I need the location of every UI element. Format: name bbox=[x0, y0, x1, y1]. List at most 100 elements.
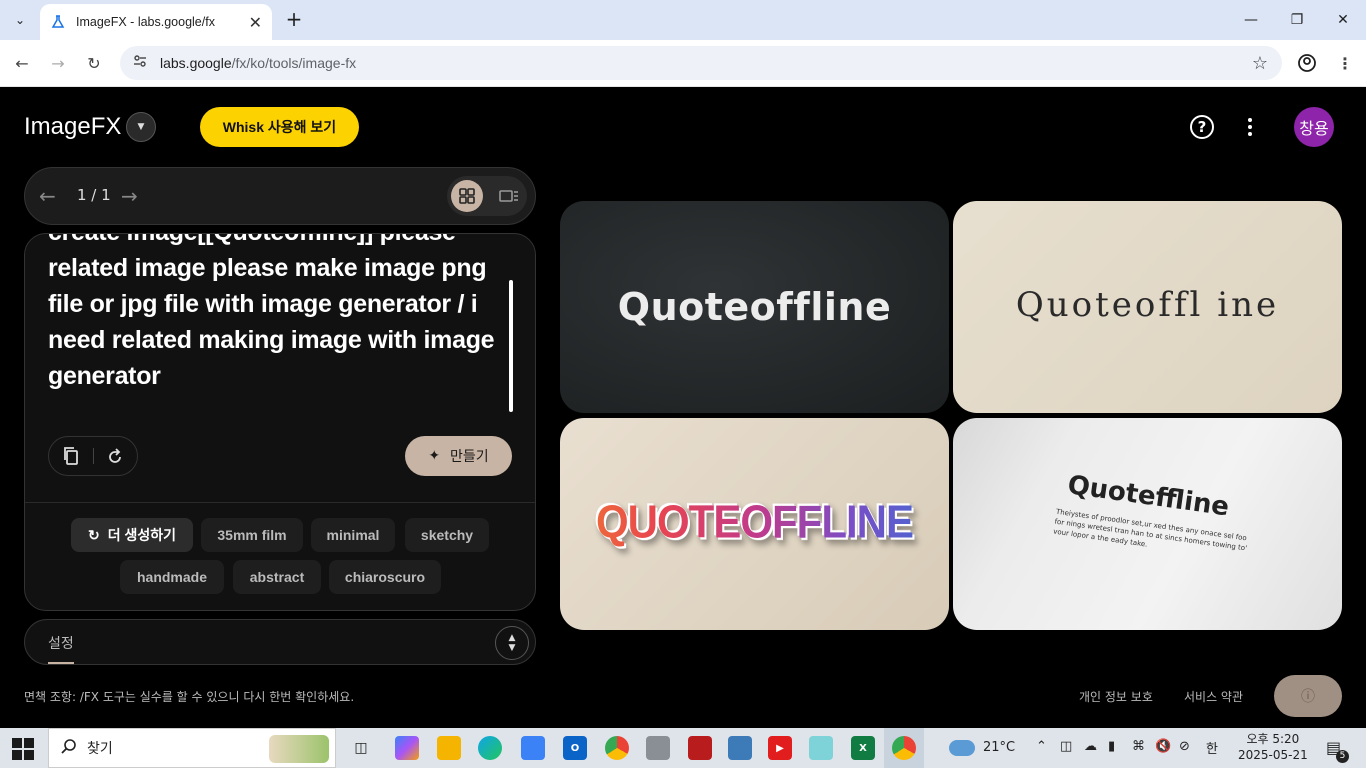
chrome-icon[interactable] bbox=[605, 736, 629, 760]
try-whisk-button[interactable]: Whisk 사용해 보기 bbox=[200, 107, 359, 147]
tray-app-icon[interactable]: ◫ bbox=[1060, 739, 1072, 754]
terms-link[interactable]: 서비스 약관 bbox=[1184, 688, 1243, 705]
youtube-icon[interactable]: ▶ bbox=[768, 736, 792, 760]
feedback-button[interactable]: ⓘ bbox=[1274, 675, 1342, 717]
notification-block-icon[interactable]: ⊘ bbox=[1179, 739, 1190, 754]
create-button[interactable]: ✦ 만들기 bbox=[405, 436, 512, 476]
app-switcher-dropdown-icon[interactable]: ▼ bbox=[126, 112, 156, 142]
image-1-text: Quoteoffline bbox=[617, 285, 892, 329]
settings-panel[interactable]: 설정 ▲ ▼ bbox=[24, 619, 536, 665]
prompt-scrollbar[interactable] bbox=[509, 280, 513, 412]
generate-more-button[interactable]: ↻ 더 생성하기 bbox=[71, 518, 193, 552]
style-chip[interactable]: chiaroscuro bbox=[329, 560, 441, 594]
tab-close-icon[interactable]: ✕ bbox=[249, 13, 262, 32]
search-placeholder: 찾기 bbox=[87, 741, 113, 757]
image-2-text: Quoteoffl ine bbox=[1015, 285, 1280, 325]
grid-view-icon[interactable] bbox=[451, 180, 483, 212]
generated-image-4[interactable]: Quoteffline Theiystes of proodlor set,ur… bbox=[953, 418, 1342, 630]
copilot-icon[interactable] bbox=[395, 736, 419, 760]
address-bar[interactable]: labs.google/fx/ko/tools/image-fx ☆ bbox=[120, 46, 1282, 80]
browser-menu-icon[interactable]: ⋮ bbox=[1332, 50, 1358, 76]
ime-icon[interactable]: 한 bbox=[1206, 738, 1218, 757]
next-page-arrow-icon[interactable]: → bbox=[121, 184, 138, 208]
tray-chevron-icon[interactable]: ⌃ bbox=[1036, 739, 1047, 754]
browser-tab[interactable]: ImageFX - labs.google/fx ✕ bbox=[40, 4, 272, 40]
clock[interactable]: 오후 5:20 2025-05-21 bbox=[1238, 731, 1308, 763]
file-explorer-icon[interactable] bbox=[437, 736, 461, 760]
paper-sheet: Quoteffline Theiystes of proodlor set,ur… bbox=[999, 418, 1342, 630]
create-button-label: 만들기 bbox=[450, 449, 489, 465]
battery-icon[interactable]: ▮ bbox=[1108, 739, 1115, 754]
app-icon-1[interactable] bbox=[646, 736, 670, 760]
outlook-icon[interactable]: O bbox=[563, 736, 587, 760]
card-divider bbox=[25, 502, 535, 503]
settings-indicator bbox=[48, 662, 74, 664]
profile-icon[interactable] bbox=[1294, 50, 1320, 76]
app-icon-3[interactable] bbox=[728, 736, 752, 760]
chrome-active-icon[interactable] bbox=[892, 736, 916, 760]
help-icon[interactable]: ? bbox=[1190, 115, 1214, 139]
new-tab-icon[interactable]: + bbox=[282, 8, 306, 32]
reset-icon[interactable] bbox=[93, 436, 137, 476]
volume-muted-icon[interactable]: 🔇 bbox=[1155, 739, 1171, 754]
privacy-link[interactable]: 개인 정보 보호 bbox=[1079, 688, 1153, 705]
tray-cloud-icon[interactable]: ☁ bbox=[1084, 739, 1097, 754]
clock-time: 오후 5:20 bbox=[1246, 732, 1300, 746]
bookmark-star-icon[interactable]: ☆ bbox=[1252, 53, 1268, 74]
expand-collapse-icon[interactable]: ▲ ▼ bbox=[495, 626, 529, 660]
notification-count-badge: 5 bbox=[1336, 750, 1349, 763]
generate-more-label: 더 생성하기 bbox=[107, 527, 177, 543]
prompt-tools bbox=[48, 436, 138, 476]
disclaimer-text: 면책 조항: /FX 도구는 실수를 할 수 있으니 다시 한번 확인하세요. bbox=[24, 690, 355, 704]
windows-start-icon[interactable] bbox=[12, 738, 34, 760]
weather-temp[interactable]: 21°C bbox=[983, 740, 1015, 755]
alert-icon: ⓘ bbox=[1301, 689, 1315, 705]
single-view-icon[interactable] bbox=[493, 180, 525, 212]
taskbar-search[interactable]: 찾기 bbox=[48, 728, 336, 768]
settings-label: 설정 bbox=[48, 636, 74, 652]
results-pager: ← 1 / 1 → bbox=[24, 167, 536, 225]
browser-tab-bar: ⌄ ImageFX - labs.google/fx ✕ + — ❐ ✕ bbox=[0, 0, 1366, 40]
prompt-text: create image[[Quoteoffline]] please rela… bbox=[48, 234, 495, 390]
view-toggle bbox=[447, 176, 527, 216]
search-icon bbox=[61, 738, 77, 758]
app-icon-2[interactable] bbox=[688, 736, 712, 760]
generated-image-1[interactable]: Quoteoffline bbox=[560, 201, 949, 413]
app-icon-4[interactable] bbox=[809, 736, 833, 760]
tab-search-chevron-icon[interactable]: ⌄ bbox=[8, 8, 32, 32]
style-chip[interactable]: minimal bbox=[311, 518, 395, 552]
style-chip[interactable]: 35mm film bbox=[201, 518, 303, 552]
excel-icon[interactable]: X bbox=[851, 736, 875, 760]
style-chip[interactable]: abstract bbox=[233, 560, 321, 594]
style-chip[interactable]: sketchy bbox=[405, 518, 489, 552]
restore-icon[interactable]: ❐ bbox=[1274, 0, 1320, 40]
reload-icon[interactable]: ↻ bbox=[81, 50, 107, 76]
weather-cloud-icon[interactable] bbox=[949, 740, 975, 756]
window-close-icon[interactable]: ✕ bbox=[1320, 0, 1366, 40]
copy-icon[interactable] bbox=[49, 436, 93, 476]
forward-arrow-icon[interactable]: → bbox=[45, 50, 71, 76]
imagefx-app: ImageFX ▼ Whisk 사용해 보기 ? 창용 ← 1 / 1 → cr… bbox=[0, 87, 1366, 728]
store-icon[interactable] bbox=[521, 736, 545, 760]
prompt-card: create image[[Quoteoffline]] please rela… bbox=[24, 233, 536, 611]
generated-image-3[interactable]: QUOTEOFFLINE bbox=[560, 418, 949, 630]
user-avatar[interactable]: 창용 bbox=[1294, 107, 1334, 147]
prompt-editor[interactable]: create image[[Quoteoffline]] please rela… bbox=[48, 234, 498, 412]
browser-toolbar: ← → ↻ labs.google/fx/ko/tools/image-fx ☆… bbox=[0, 40, 1366, 87]
generated-image-2[interactable]: Quoteoffl ine bbox=[953, 201, 1342, 413]
edge-icon[interactable] bbox=[478, 736, 502, 760]
flask-favicon-icon bbox=[50, 14, 66, 30]
site-settings-icon[interactable] bbox=[132, 53, 148, 73]
back-arrow-icon[interactable]: ← bbox=[9, 50, 35, 76]
more-options-icon[interactable] bbox=[1240, 115, 1260, 139]
style-chip[interactable]: handmade bbox=[120, 560, 224, 594]
minimize-icon[interactable]: — bbox=[1228, 0, 1274, 40]
previous-page-arrow-icon[interactable]: ← bbox=[39, 184, 56, 208]
task-view-icon[interactable]: ◫ bbox=[349, 736, 373, 760]
windows-taskbar: 찾기 ◫ O ▶ X 21°C ⌃ ◫ ☁ ▮ ⌘ 🔇 ⊘ 한 오후 5:20 … bbox=[0, 728, 1366, 768]
sparkle-icon: ✦ bbox=[428, 448, 441, 464]
url-path: /fx/ko/tools/image-fx bbox=[231, 55, 357, 71]
wifi-icon[interactable]: ⌘ bbox=[1132, 739, 1145, 754]
app-logo[interactable]: ImageFX bbox=[24, 113, 121, 141]
page-count: 1 / 1 bbox=[77, 186, 111, 204]
